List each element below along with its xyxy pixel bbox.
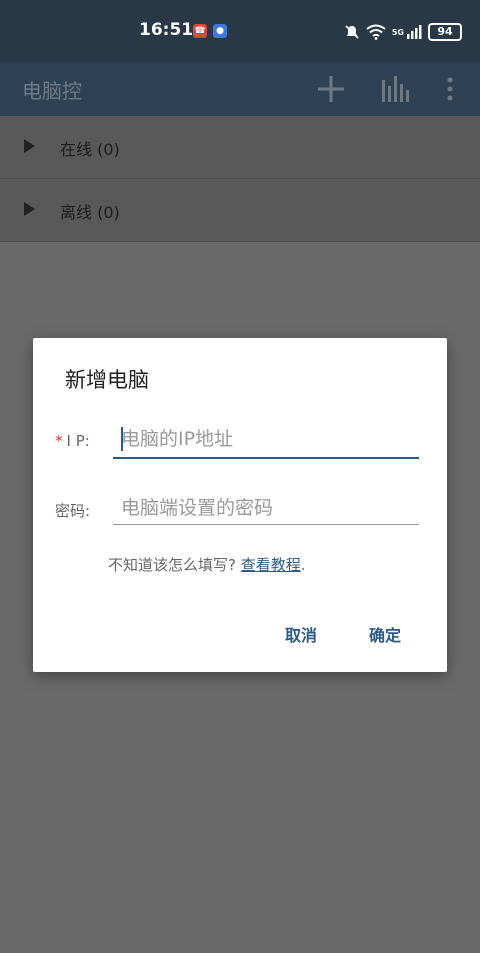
status-indicators: 5G 94	[344, 22, 462, 42]
dialog-title: 新增电脑	[65, 368, 149, 392]
stats-icon[interactable]	[381, 74, 409, 104]
expand-arrow-icon	[24, 202, 35, 216]
add-computer-dialog: 新增电脑 *I P: 密码: 不知道该怎么填写? 查看教程. 取消 确定	[33, 338, 447, 672]
hint-text: 不知道该怎么填写?	[108, 556, 241, 574]
cell-signal-icon	[407, 25, 422, 39]
hint-suffix: .	[300, 556, 306, 574]
password-input-underline	[113, 524, 419, 525]
expand-arrow-icon	[24, 139, 35, 153]
ip-input-underline	[113, 457, 419, 459]
status-bar: 16:51 ☎ ● 5G 94	[0, 0, 480, 62]
battery-indicator: 94	[428, 23, 462, 41]
ip-label-text: I P:	[66, 432, 90, 450]
group-online[interactable]: 在线 (0)	[0, 116, 480, 179]
group-offline-label: 离线 (0)	[60, 203, 120, 222]
group-offline[interactable]: 离线 (0)	[0, 179, 480, 242]
computer-group-list: 在线 (0) 离线 (0)	[0, 116, 480, 242]
status-time: 16:51	[139, 20, 194, 40]
ip-address-input[interactable]	[113, 423, 419, 455]
add-icon[interactable]	[316, 74, 346, 104]
app-title: 电脑控	[22, 79, 82, 103]
more-options-icon[interactable]	[444, 74, 456, 104]
text-cursor	[121, 427, 123, 451]
ip-field-label: * I P:	[55, 432, 90, 450]
group-online-label: 在线 (0)	[60, 140, 120, 159]
password-input[interactable]	[113, 492, 419, 524]
confirm-button[interactable]: 确定	[369, 622, 401, 646]
wifi-icon	[366, 24, 386, 40]
help-hint: 不知道该怎么填写? 查看教程.	[108, 554, 306, 575]
network-type-label: 5G	[391, 27, 404, 37]
app-notification-icon: ●	[213, 24, 227, 38]
tutorial-link[interactable]: 查看教程	[241, 556, 301, 574]
mute-bell-icon	[345, 25, 359, 39]
missed-call-notification-icon: ☎	[193, 24, 207, 38]
app-bar: 电脑控	[0, 62, 480, 116]
cancel-button[interactable]: 取消	[285, 622, 317, 646]
required-mark: *	[55, 432, 63, 450]
password-field-label: 密码:	[55, 502, 91, 520]
